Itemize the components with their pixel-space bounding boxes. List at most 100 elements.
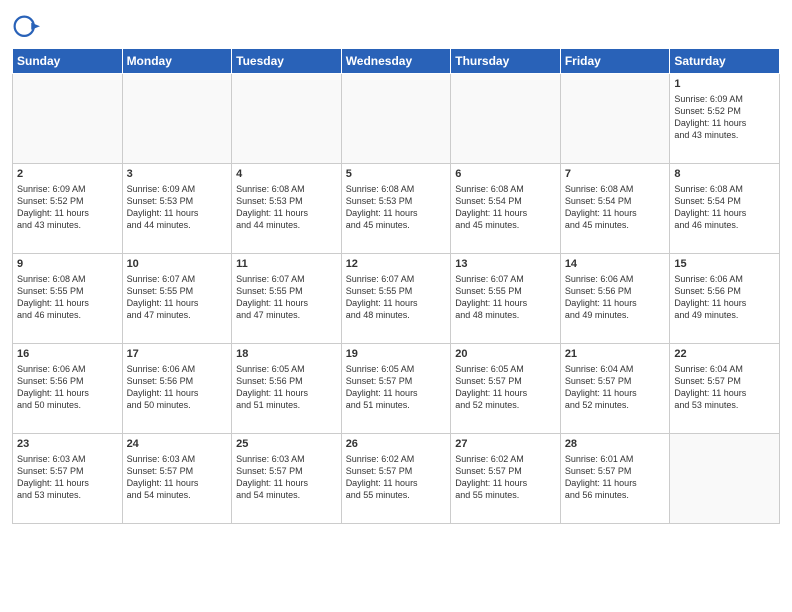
calendar-table: SundayMondayTuesdayWednesdayThursdayFrid…: [12, 48, 780, 524]
day-number: 24: [127, 437, 228, 452]
day-number: 17: [127, 347, 228, 362]
calendar-cell: 21Sunrise: 6:04 AM Sunset: 5:57 PM Dayli…: [560, 344, 670, 434]
calendar-cell: 26Sunrise: 6:02 AM Sunset: 5:57 PM Dayli…: [341, 434, 451, 524]
cell-info: Sunrise: 6:05 AM Sunset: 5:56 PM Dayligh…: [236, 363, 337, 412]
column-header-wednesday: Wednesday: [341, 49, 451, 74]
day-number: 18: [236, 347, 337, 362]
day-number: 10: [127, 257, 228, 272]
calendar-cell: 27Sunrise: 6:02 AM Sunset: 5:57 PM Dayli…: [451, 434, 561, 524]
week-row-5: 23Sunrise: 6:03 AM Sunset: 5:57 PM Dayli…: [13, 434, 780, 524]
cell-info: Sunrise: 6:02 AM Sunset: 5:57 PM Dayligh…: [455, 453, 556, 502]
day-number: 26: [346, 437, 447, 452]
cell-info: Sunrise: 6:05 AM Sunset: 5:57 PM Dayligh…: [346, 363, 447, 412]
day-number: 14: [565, 257, 666, 272]
calendar-cell: 1Sunrise: 6:09 AM Sunset: 5:52 PM Daylig…: [670, 74, 780, 164]
day-number: 5: [346, 167, 447, 182]
cell-info: Sunrise: 6:07 AM Sunset: 5:55 PM Dayligh…: [127, 273, 228, 322]
calendar-cell: 4Sunrise: 6:08 AM Sunset: 5:53 PM Daylig…: [232, 164, 342, 254]
column-header-friday: Friday: [560, 49, 670, 74]
day-number: 13: [455, 257, 556, 272]
cell-info: Sunrise: 6:06 AM Sunset: 5:56 PM Dayligh…: [674, 273, 775, 322]
cell-info: Sunrise: 6:08 AM Sunset: 5:55 PM Dayligh…: [17, 273, 118, 322]
calendar-cell: 8Sunrise: 6:08 AM Sunset: 5:54 PM Daylig…: [670, 164, 780, 254]
cell-info: Sunrise: 6:08 AM Sunset: 5:54 PM Dayligh…: [674, 183, 775, 232]
cell-info: Sunrise: 6:06 AM Sunset: 5:56 PM Dayligh…: [565, 273, 666, 322]
cell-info: Sunrise: 6:08 AM Sunset: 5:54 PM Dayligh…: [565, 183, 666, 232]
day-number: 7: [565, 167, 666, 182]
calendar-cell: [670, 434, 780, 524]
cell-info: Sunrise: 6:03 AM Sunset: 5:57 PM Dayligh…: [236, 453, 337, 502]
calendar-cell: 3Sunrise: 6:09 AM Sunset: 5:53 PM Daylig…: [122, 164, 232, 254]
calendar-cell: 18Sunrise: 6:05 AM Sunset: 5:56 PM Dayli…: [232, 344, 342, 434]
calendar-cell: 15Sunrise: 6:06 AM Sunset: 5:56 PM Dayli…: [670, 254, 780, 344]
day-number: 12: [346, 257, 447, 272]
calendar-cell: 13Sunrise: 6:07 AM Sunset: 5:55 PM Dayli…: [451, 254, 561, 344]
column-header-saturday: Saturday: [670, 49, 780, 74]
cell-info: Sunrise: 6:09 AM Sunset: 5:53 PM Dayligh…: [127, 183, 228, 232]
cell-info: Sunrise: 6:06 AM Sunset: 5:56 PM Dayligh…: [17, 363, 118, 412]
day-number: 15: [674, 257, 775, 272]
cell-info: Sunrise: 6:09 AM Sunset: 5:52 PM Dayligh…: [17, 183, 118, 232]
calendar-cell: 10Sunrise: 6:07 AM Sunset: 5:55 PM Dayli…: [122, 254, 232, 344]
cell-info: Sunrise: 6:05 AM Sunset: 5:57 PM Dayligh…: [455, 363, 556, 412]
day-number: 22: [674, 347, 775, 362]
column-header-monday: Monday: [122, 49, 232, 74]
cell-info: Sunrise: 6:07 AM Sunset: 5:55 PM Dayligh…: [236, 273, 337, 322]
calendar-cell: 9Sunrise: 6:08 AM Sunset: 5:55 PM Daylig…: [13, 254, 123, 344]
calendar-cell: 24Sunrise: 6:03 AM Sunset: 5:57 PM Dayli…: [122, 434, 232, 524]
calendar-cell: 23Sunrise: 6:03 AM Sunset: 5:57 PM Dayli…: [13, 434, 123, 524]
calendar-cell: [122, 74, 232, 164]
week-row-3: 9Sunrise: 6:08 AM Sunset: 5:55 PM Daylig…: [13, 254, 780, 344]
day-number: 6: [455, 167, 556, 182]
day-number: 19: [346, 347, 447, 362]
cell-info: Sunrise: 6:02 AM Sunset: 5:57 PM Dayligh…: [346, 453, 447, 502]
logo: [12, 14, 42, 42]
calendar-cell: 20Sunrise: 6:05 AM Sunset: 5:57 PM Dayli…: [451, 344, 561, 434]
calendar-cell: [232, 74, 342, 164]
calendar-cell: 22Sunrise: 6:04 AM Sunset: 5:57 PM Dayli…: [670, 344, 780, 434]
cell-info: Sunrise: 6:07 AM Sunset: 5:55 PM Dayligh…: [346, 273, 447, 322]
day-number: 2: [17, 167, 118, 182]
calendar-cell: [451, 74, 561, 164]
day-number: 16: [17, 347, 118, 362]
cell-info: Sunrise: 6:04 AM Sunset: 5:57 PM Dayligh…: [565, 363, 666, 412]
day-number: 8: [674, 167, 775, 182]
calendar-cell: 19Sunrise: 6:05 AM Sunset: 5:57 PM Dayli…: [341, 344, 451, 434]
calendar-cell: 7Sunrise: 6:08 AM Sunset: 5:54 PM Daylig…: [560, 164, 670, 254]
week-row-2: 2Sunrise: 6:09 AM Sunset: 5:52 PM Daylig…: [13, 164, 780, 254]
cell-info: Sunrise: 6:03 AM Sunset: 5:57 PM Dayligh…: [17, 453, 118, 502]
week-row-1: 1Sunrise: 6:09 AM Sunset: 5:52 PM Daylig…: [13, 74, 780, 164]
day-number: 11: [236, 257, 337, 272]
day-number: 1: [674, 77, 775, 92]
calendar-cell: [560, 74, 670, 164]
calendar-cell: 14Sunrise: 6:06 AM Sunset: 5:56 PM Dayli…: [560, 254, 670, 344]
day-number: 28: [565, 437, 666, 452]
calendar-cell: 6Sunrise: 6:08 AM Sunset: 5:54 PM Daylig…: [451, 164, 561, 254]
day-number: 23: [17, 437, 118, 452]
calendar-cell: 28Sunrise: 6:01 AM Sunset: 5:57 PM Dayli…: [560, 434, 670, 524]
day-number: 27: [455, 437, 556, 452]
cell-info: Sunrise: 6:08 AM Sunset: 5:53 PM Dayligh…: [346, 183, 447, 232]
calendar-cell: [13, 74, 123, 164]
calendar-cell: [341, 74, 451, 164]
calendar-cell: 12Sunrise: 6:07 AM Sunset: 5:55 PM Dayli…: [341, 254, 451, 344]
cell-info: Sunrise: 6:08 AM Sunset: 5:54 PM Dayligh…: [455, 183, 556, 232]
calendar-cell: 5Sunrise: 6:08 AM Sunset: 5:53 PM Daylig…: [341, 164, 451, 254]
day-number: 21: [565, 347, 666, 362]
column-header-thursday: Thursday: [451, 49, 561, 74]
header-row: SundayMondayTuesdayWednesdayThursdayFrid…: [13, 49, 780, 74]
day-number: 9: [17, 257, 118, 272]
logo-icon: [12, 14, 40, 42]
column-header-tuesday: Tuesday: [232, 49, 342, 74]
calendar-cell: 11Sunrise: 6:07 AM Sunset: 5:55 PM Dayli…: [232, 254, 342, 344]
calendar-cell: 17Sunrise: 6:06 AM Sunset: 5:56 PM Dayli…: [122, 344, 232, 434]
cell-info: Sunrise: 6:04 AM Sunset: 5:57 PM Dayligh…: [674, 363, 775, 412]
cell-info: Sunrise: 6:08 AM Sunset: 5:53 PM Dayligh…: [236, 183, 337, 232]
day-number: 4: [236, 167, 337, 182]
cell-info: Sunrise: 6:06 AM Sunset: 5:56 PM Dayligh…: [127, 363, 228, 412]
cell-info: Sunrise: 6:09 AM Sunset: 5:52 PM Dayligh…: [674, 93, 775, 142]
day-number: 20: [455, 347, 556, 362]
cell-info: Sunrise: 6:01 AM Sunset: 5:57 PM Dayligh…: [565, 453, 666, 502]
calendar-page: SundayMondayTuesdayWednesdayThursdayFrid…: [0, 0, 792, 534]
calendar-cell: 25Sunrise: 6:03 AM Sunset: 5:57 PM Dayli…: [232, 434, 342, 524]
